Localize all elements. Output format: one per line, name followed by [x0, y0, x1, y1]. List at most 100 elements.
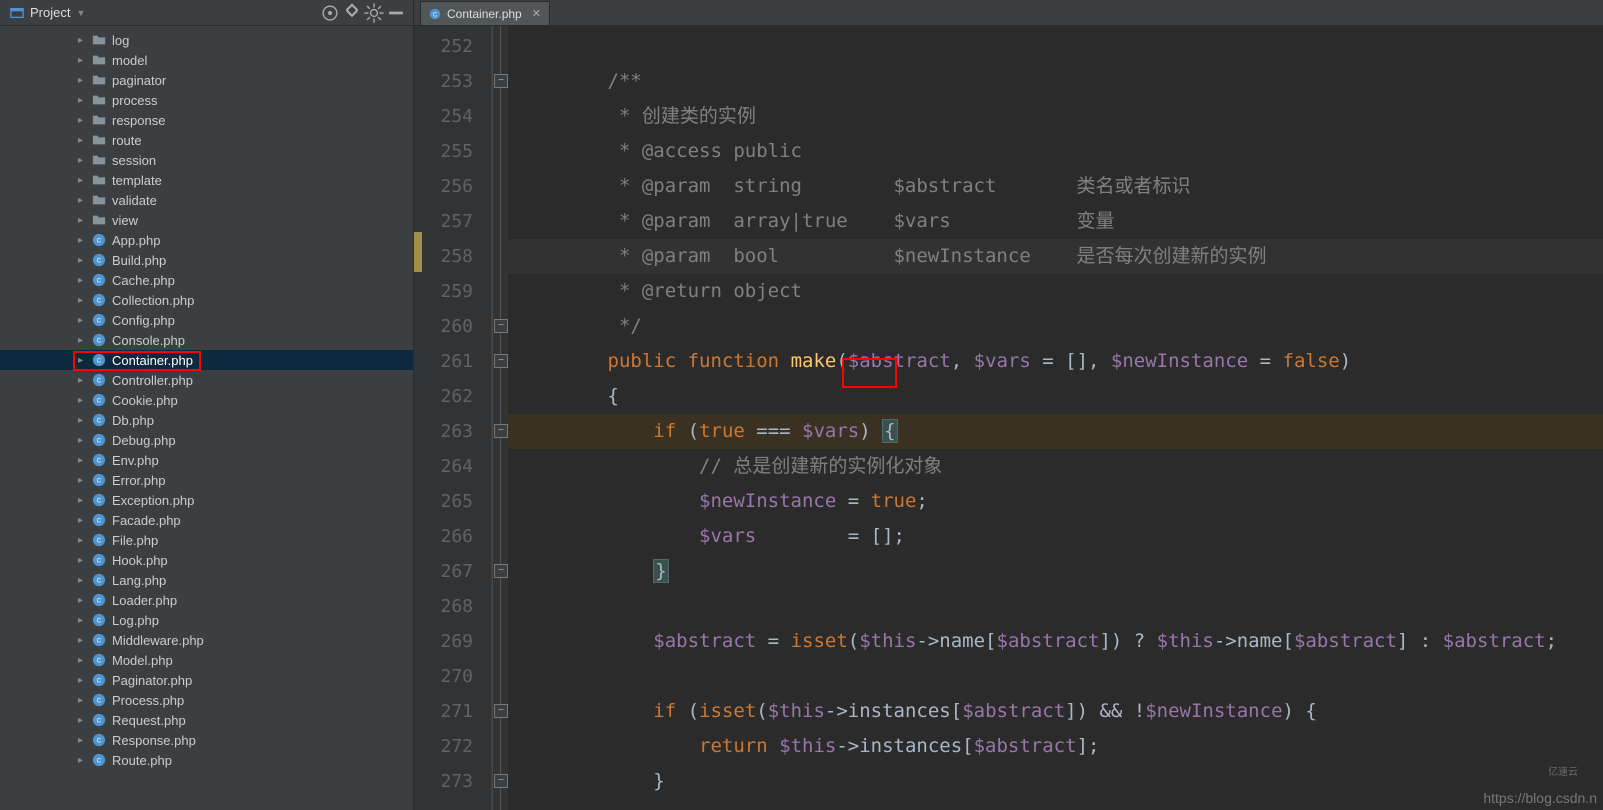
- code-line[interactable]: * @param bool $newInstance 是否每次创建新的实例: [508, 239, 1603, 274]
- tree-file[interactable]: ▸CFile.php: [0, 530, 413, 550]
- tree-file[interactable]: ▸CResponse.php: [0, 730, 413, 750]
- code-line[interactable]: return $this->instances[$abstract];: [508, 729, 1603, 764]
- fold-marker-icon[interactable]: −: [494, 704, 508, 718]
- line-number: 254: [414, 99, 491, 134]
- fold-marker-icon[interactable]: −: [494, 74, 508, 88]
- code-line[interactable]: */: [508, 309, 1603, 344]
- tree-file[interactable]: ▸CDb.php: [0, 410, 413, 430]
- tree-item-label: template: [112, 173, 162, 188]
- tab-container-php[interactable]: C Container.php ✕: [420, 1, 550, 25]
- tree-file[interactable]: ▸CProcess.php: [0, 690, 413, 710]
- tree-file[interactable]: ▸CLog.php: [0, 610, 413, 630]
- tab-close-icon[interactable]: ✕: [532, 7, 541, 20]
- code-line[interactable]: * @param array|true $vars 变量: [508, 204, 1603, 239]
- svg-text:C: C: [97, 618, 102, 625]
- collapse-icon[interactable]: [341, 2, 363, 24]
- tree-file[interactable]: ▸CEnv.php: [0, 450, 413, 470]
- svg-text:C: C: [97, 538, 102, 545]
- fold-marker-icon[interactable]: −: [494, 424, 508, 438]
- fold-marker-icon[interactable]: −: [494, 774, 508, 788]
- tree-folder[interactable]: ▸validate: [0, 190, 413, 210]
- code-line[interactable]: if (isset($this->instances[$abstract]) &…: [508, 694, 1603, 729]
- tree-folder[interactable]: ▸response: [0, 110, 413, 130]
- tree-file[interactable]: ▸CCache.php: [0, 270, 413, 290]
- code-line[interactable]: * @param string $abstract 类名或者标识: [508, 169, 1603, 204]
- code-line[interactable]: /**: [508, 64, 1603, 99]
- svg-text:C: C: [97, 258, 102, 265]
- tree-file[interactable]: ▸CFacade.php: [0, 510, 413, 530]
- tree-folder[interactable]: ▸session: [0, 150, 413, 170]
- code-line[interactable]: * 创建类的实例: [508, 99, 1603, 134]
- code-line[interactable]: public function make($abstract, $vars = …: [508, 344, 1603, 379]
- code-line[interactable]: {: [508, 379, 1603, 414]
- tree-item-label: Build.php: [112, 253, 166, 268]
- tree-file[interactable]: ▸CApp.php: [0, 230, 413, 250]
- tree-file[interactable]: ▸CRoute.php: [0, 750, 413, 770]
- tree-file[interactable]: ▸CConfig.php: [0, 310, 413, 330]
- fold-marker-icon[interactable]: −: [494, 319, 508, 333]
- tree-folder[interactable]: ▸view: [0, 210, 413, 230]
- settings-gear-icon[interactable]: [363, 2, 385, 24]
- tree-file[interactable]: ▸CError.php: [0, 470, 413, 490]
- tree-file[interactable]: ▸CDebug.php: [0, 430, 413, 450]
- tree-folder[interactable]: ▸process: [0, 90, 413, 110]
- tree-item-label: log: [112, 33, 129, 48]
- code-line[interactable]: }: [508, 764, 1603, 799]
- fold-marker-icon[interactable]: −: [494, 564, 508, 578]
- code-line[interactable]: $vars = [];: [508, 519, 1603, 554]
- tree-folder[interactable]: ▸paginator: [0, 70, 413, 90]
- tree-file[interactable]: ▸CLoader.php: [0, 590, 413, 610]
- tree-file[interactable]: ▸CRequest.php: [0, 710, 413, 730]
- hide-panel-icon[interactable]: [385, 2, 407, 24]
- code-line[interactable]: // 总是创建新的实例化对象: [508, 449, 1603, 484]
- tree-folder[interactable]: ▸ template: [0, 170, 413, 190]
- locate-icon[interactable]: [319, 2, 341, 24]
- caret-icon: ▸: [78, 55, 86, 66]
- tree-folder[interactable]: ▸model: [0, 50, 413, 70]
- project-icon: [10, 6, 24, 20]
- tree-item-label: Loader.php: [112, 593, 177, 608]
- code-line[interactable]: if (true === $vars) {: [508, 414, 1603, 449]
- tree-folder[interactable]: ▸log: [0, 30, 413, 50]
- tree-file[interactable]: ▸CController.php: [0, 370, 413, 390]
- line-number: 267: [414, 554, 491, 589]
- code-line[interactable]: $abstract = isset($this->name[$abstract]…: [508, 624, 1603, 659]
- project-dropdown[interactable]: Project ▼: [10, 5, 85, 20]
- tree-file[interactable]: ▸CContainer.php: [0, 350, 413, 370]
- caret-icon: ▸: [78, 175, 86, 186]
- tree-file[interactable]: ▸CPaginator.php: [0, 670, 413, 690]
- code-line[interactable]: [508, 589, 1603, 624]
- file-tree[interactable]: ▸log▸model▸paginator▸process▸response▸ro…: [0, 26, 413, 810]
- tree-file[interactable]: ▸CCookie.php: [0, 390, 413, 410]
- code-line[interactable]: $newInstance = true;: [508, 484, 1603, 519]
- code-content[interactable]: /** * 创建类的实例 * @access public * @param s…: [508, 26, 1603, 810]
- code-line[interactable]: * @access public: [508, 134, 1603, 169]
- caret-icon: ▸: [78, 455, 86, 466]
- code-editor[interactable]: 2522532542552562572582592602612622632642…: [414, 26, 1603, 810]
- caret-icon: ▸: [78, 275, 86, 286]
- code-line[interactable]: * @return object: [508, 274, 1603, 309]
- tree-file[interactable]: ▸CConsole.php: [0, 330, 413, 350]
- sidebar-header: Project ▼: [0, 0, 413, 26]
- tree-item-label: File.php: [112, 533, 158, 548]
- fold-strip[interactable]: − − − − − − −: [492, 26, 508, 810]
- caret-icon: ▸: [78, 755, 86, 766]
- tree-file[interactable]: ▸CCollection.php: [0, 290, 413, 310]
- tree-folder[interactable]: ▸route: [0, 130, 413, 150]
- tree-file[interactable]: ▸CMiddleware.php: [0, 630, 413, 650]
- tree-item-label: Cookie.php: [112, 393, 178, 408]
- line-number: 272: [414, 729, 491, 764]
- tree-file[interactable]: ▸CException.php: [0, 490, 413, 510]
- tree-file[interactable]: ▸CBuild.php: [0, 250, 413, 270]
- caret-icon: ▸: [78, 715, 86, 726]
- code-line[interactable]: [508, 659, 1603, 694]
- code-line[interactable]: [508, 29, 1603, 64]
- tree-item-label: Log.php: [112, 613, 159, 628]
- tree-file[interactable]: ▸CModel.php: [0, 650, 413, 670]
- caret-icon: ▸: [78, 235, 86, 246]
- tree-file[interactable]: ▸CHook.php: [0, 550, 413, 570]
- tree-file[interactable]: ▸CLang.php: [0, 570, 413, 590]
- code-line[interactable]: }: [508, 554, 1603, 589]
- fold-marker-icon[interactable]: −: [494, 354, 508, 368]
- line-number: 266: [414, 519, 491, 554]
